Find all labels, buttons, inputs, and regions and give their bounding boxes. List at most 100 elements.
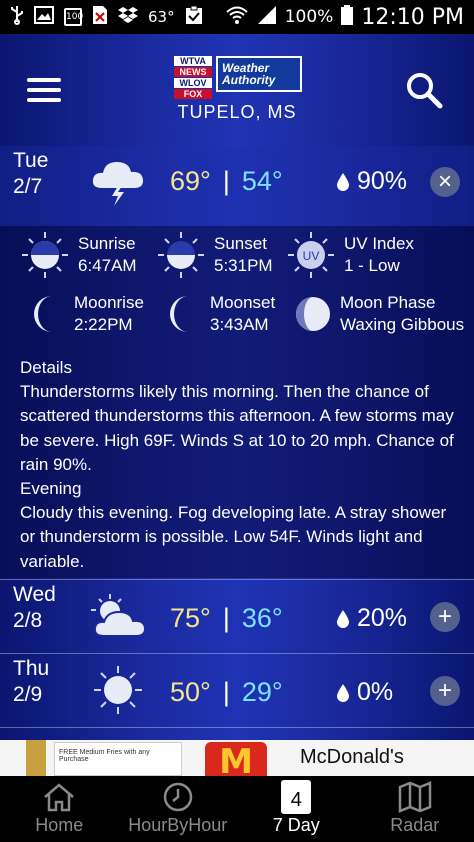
day-name: Thu bbox=[13, 657, 50, 680]
precip-chance: 0% bbox=[357, 678, 394, 706]
moon-phase-item: Moon Phase Waxing Gibbous bbox=[294, 292, 474, 336]
moonset-item: Moonset 3:43AM bbox=[166, 292, 275, 336]
moonrise-value: 2:22PM bbox=[74, 315, 133, 334]
temperature-range: 69° | 54° bbox=[170, 166, 283, 197]
nav-radar[interactable]: Radar bbox=[356, 776, 474, 842]
nav-hourbyhour-label: HourByHour bbox=[128, 815, 228, 835]
precipitation: 90% bbox=[337, 167, 407, 196]
low-temp: 29° bbox=[241, 677, 283, 707]
dropbox-icon bbox=[118, 6, 138, 28]
station-logo: WTVA NEWS WLOV FOX Weather Authority bbox=[174, 56, 302, 99]
sunrise-icon bbox=[22, 232, 68, 278]
high-temp: 50° bbox=[170, 677, 211, 707]
call-sign: WTVA bbox=[174, 56, 212, 66]
moon-phase-label: Moon Phase bbox=[340, 293, 436, 312]
moon-phase-value: Waxing Gibbous bbox=[340, 315, 465, 334]
nav-radar-label: Radar bbox=[390, 815, 440, 835]
expand-button[interactable]: + bbox=[430, 602, 460, 632]
usb-icon bbox=[10, 5, 24, 29]
nav-7day-label: 7 Day bbox=[272, 815, 320, 835]
precipitation: 0% bbox=[337, 678, 393, 707]
forecast-day-row[interactable]: Thu 2/9 50° | 29° 0% + bbox=[0, 654, 474, 726]
station-call-signs: WTVA NEWS WLOV FOX bbox=[174, 56, 212, 99]
sunset-item: Sunset 5:31PM bbox=[156, 230, 273, 280]
raindrop-icon bbox=[337, 683, 349, 702]
day-date: 2/9 bbox=[13, 683, 43, 706]
battery-icon bbox=[341, 4, 354, 30]
hamburger-line bbox=[27, 88, 61, 92]
uv-badge-text: UV bbox=[303, 249, 320, 263]
menu-button[interactable] bbox=[27, 78, 61, 102]
ad-banner[interactable]: FREE Medium Fries with any Purchase M Mc… bbox=[0, 740, 474, 776]
location-title: TUPELO, MS bbox=[177, 102, 297, 122]
temperature-range: 75° | 36° bbox=[170, 603, 283, 634]
calendar-badge: 4 bbox=[281, 780, 312, 814]
precip-chance: 20% bbox=[357, 604, 408, 632]
uv-value: 1 - Low bbox=[344, 256, 400, 275]
details-heading: Details bbox=[20, 358, 72, 377]
clock: 12:10 PM bbox=[361, 4, 464, 30]
signal-icon bbox=[257, 5, 277, 30]
ad-fine-print: FREE Medium Fries with any Purchase bbox=[54, 742, 182, 776]
call-sign: WLOV bbox=[174, 78, 212, 88]
day-details-panel: Sunrise 6:47AM Sunset 5:31PM UV UV Index… bbox=[0, 226, 474, 578]
map-icon bbox=[398, 781, 432, 813]
sunrise-item: Sunrise 6:47AM bbox=[20, 230, 137, 280]
clipboard-check-icon bbox=[185, 5, 203, 29]
moonrise-item: Moonrise 2:22PM bbox=[30, 292, 144, 336]
bottom-navigation: Home HourByHour 4 7 Day Radar bbox=[0, 776, 474, 842]
moonset-value: 3:43AM bbox=[210, 315, 269, 334]
battery-percent: 100% bbox=[284, 7, 334, 27]
moonset-label: Moonset bbox=[210, 293, 276, 312]
low-temp: 54° bbox=[241, 166, 283, 196]
sunset-icon bbox=[158, 232, 204, 278]
expand-button[interactable]: + bbox=[430, 676, 460, 706]
collapse-button[interactable]: × bbox=[430, 167, 460, 197]
moonrise-label: Moonrise bbox=[74, 293, 144, 312]
sunrise-value: 6:47AM bbox=[78, 256, 137, 275]
nav-7day[interactable]: 4 7 Day bbox=[237, 776, 356, 842]
day-date: 2/7 bbox=[13, 175, 43, 198]
high-temp: 69° bbox=[170, 166, 211, 196]
mcdonalds-logo: M bbox=[205, 742, 267, 776]
app-header: WTVA NEWS WLOV FOX Weather Authority TUP… bbox=[0, 34, 474, 146]
home-icon bbox=[42, 781, 76, 813]
partly-cloudy-icon bbox=[90, 592, 148, 645]
details-section: Details Thunderstorms likely this mornin… bbox=[20, 356, 460, 574]
nav-hourbyhour[interactable]: HourByHour bbox=[119, 776, 238, 842]
brand-name: Weather Authority bbox=[222, 61, 276, 87]
sunset-label: Sunset bbox=[214, 234, 267, 253]
image-icon bbox=[34, 6, 54, 28]
call-sign: FOX bbox=[174, 89, 212, 99]
sunset-value: 5:31PM bbox=[214, 256, 273, 275]
day-name: Tue bbox=[13, 149, 49, 172]
low-temp: 36° bbox=[241, 603, 283, 633]
sunny-icon bbox=[92, 664, 144, 721]
crescent-moon-icon bbox=[170, 296, 188, 332]
calendar-icon: 4 bbox=[281, 780, 312, 814]
temp-separator: | bbox=[222, 603, 230, 633]
raindrop-icon bbox=[337, 172, 349, 191]
uv-label: UV Index bbox=[344, 234, 414, 253]
nav-home-label: Home bbox=[35, 815, 84, 835]
precip-chance: 90% bbox=[357, 167, 408, 195]
row-divider bbox=[0, 727, 474, 728]
ad-brand-text: McDonald's bbox=[300, 746, 404, 768]
thunderstorm-cloud-icon bbox=[90, 156, 146, 211]
details-day-text: Thunderstorms likely this morning. Then … bbox=[20, 382, 454, 474]
raindrop-icon bbox=[337, 609, 349, 628]
high-temp: 75° bbox=[170, 603, 211, 633]
forecast-day-row[interactable]: Wed 2/8 75° | 36° 20% + bbox=[0, 580, 474, 652]
forecast-day-row[interactable]: Tue 2/7 69° | 54° 90% × bbox=[0, 146, 474, 226]
details-evening-text: Cloudy this evening. Fog developing late… bbox=[20, 503, 447, 571]
day-name: Wed bbox=[13, 583, 56, 606]
search-button[interactable] bbox=[404, 70, 444, 110]
nav-home[interactable]: Home bbox=[0, 776, 119, 842]
temp-separator: | bbox=[222, 166, 230, 196]
sim-error-icon bbox=[92, 5, 108, 29]
clock-icon bbox=[162, 781, 194, 813]
call-sign: NEWS bbox=[174, 67, 212, 77]
day-date: 2/8 bbox=[13, 609, 43, 632]
ad-image-left bbox=[26, 740, 46, 776]
weather-authority-logo: Weather Authority bbox=[216, 56, 302, 92]
